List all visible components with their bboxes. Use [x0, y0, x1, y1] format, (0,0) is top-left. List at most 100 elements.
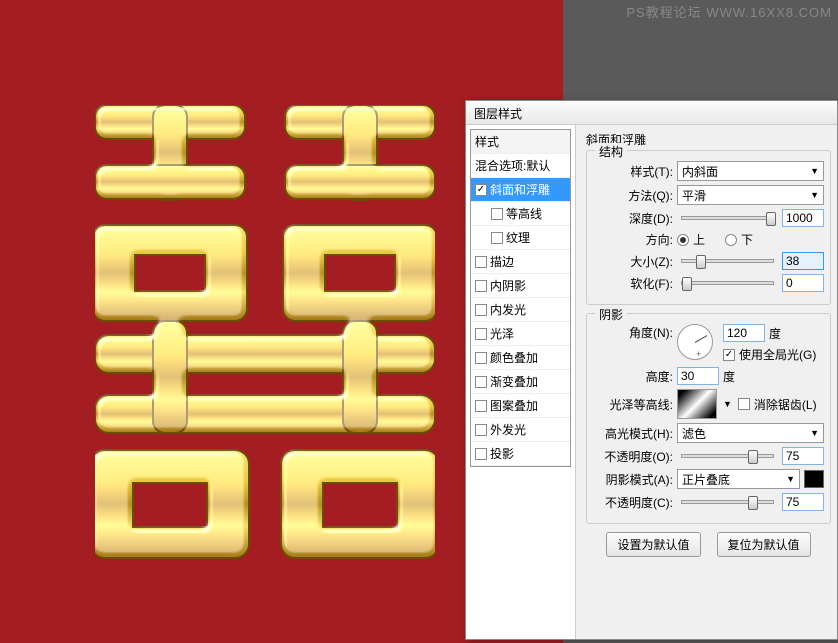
highlight-mode-select[interactable]: 滤色 ▼	[677, 423, 824, 443]
checkbox-icon[interactable]	[475, 352, 487, 364]
highlight-opacity-slider[interactable]	[681, 454, 774, 458]
style-item-stroke[interactable]: 描边	[471, 250, 570, 274]
chevron-down-icon: ▼	[810, 190, 819, 200]
style-item-pattern-overlay[interactable]: 图案叠加	[471, 394, 570, 418]
shading-legend: 阴影	[595, 306, 627, 323]
style-item-label: 投影	[490, 445, 514, 462]
up-label: 上	[693, 231, 705, 248]
highlight-mode-label: 高光模式(H):	[593, 425, 673, 442]
gloss-label: 光泽等高线:	[593, 396, 673, 413]
style-item-label: 内阴影	[490, 277, 526, 294]
styles-sidebar: 样式 混合选项:默认 斜面和浮雕等高线纹理描边内阴影内发光光泽颜色叠加渐变叠加图…	[466, 125, 576, 639]
angle-label: 角度(N):	[593, 324, 673, 341]
direction-down-radio[interactable]	[725, 234, 737, 246]
chevron-down-icon: ▼	[810, 166, 819, 176]
checkbox-icon[interactable]	[475, 400, 487, 412]
shadow-color-swatch[interactable]	[804, 470, 824, 488]
shadow-opacity-label: 不透明度(C):	[593, 494, 673, 511]
style-item-color-overlay[interactable]: 颜色叠加	[471, 346, 570, 370]
checkbox-icon[interactable]	[475, 328, 487, 340]
shadow-mode-select[interactable]: 正片叠底 ▼	[677, 469, 800, 489]
checkbox-icon[interactable]	[475, 424, 487, 436]
direction-label: 方向:	[593, 231, 673, 248]
dialog-title: 图层样式	[474, 107, 522, 121]
checkbox-icon[interactable]	[475, 184, 487, 196]
structure-legend: 结构	[595, 143, 627, 160]
styles-list: 样式 混合选项:默认 斜面和浮雕等高线纹理描边内阴影内发光光泽颜色叠加渐变叠加图…	[470, 129, 571, 467]
shadow-opacity-slider[interactable]	[681, 500, 774, 504]
size-slider[interactable]	[681, 259, 774, 263]
angle-unit: 度	[769, 325, 781, 342]
highlight-mode-value: 滤色	[682, 425, 706, 442]
soften-label: 软化(F):	[593, 275, 673, 292]
structure-fieldset: 结构 样式(T): 内斜面▼ 方法(Q): 平滑▼ 深度(D):	[586, 150, 831, 305]
antialias-label: 消除锯齿(L)	[754, 396, 817, 413]
style-item-label: 图案叠加	[490, 397, 538, 414]
depth-input[interactable]	[782, 209, 824, 227]
style-item-label: 斜面和浮雕	[490, 181, 550, 198]
style-item-label: 渐变叠加	[490, 373, 538, 390]
global-light-label: 使用全局光(G)	[739, 346, 816, 363]
style-item-label: 等高线	[506, 205, 542, 222]
chevron-down-icon: ▼	[786, 474, 795, 484]
angle-input[interactable]	[723, 324, 765, 342]
style-item-label: 纹理	[506, 229, 530, 246]
shadow-opacity-input[interactable]	[782, 493, 824, 511]
style-label: 样式(T):	[593, 163, 673, 180]
angle-dial[interactable]: +	[677, 324, 713, 360]
depth-label: 深度(D):	[593, 210, 673, 227]
style-item-gradient-overlay[interactable]: 渐变叠加	[471, 370, 570, 394]
gloss-contour-preview[interactable]	[677, 389, 717, 419]
depth-slider[interactable]	[681, 216, 774, 220]
style-item-inner-glow[interactable]: 内发光	[471, 298, 570, 322]
watermark-text: PS教程论坛 WWW.16XX8.COM	[626, 2, 832, 21]
style-item-drop-shadow[interactable]: 投影	[471, 442, 570, 466]
checkbox-icon[interactable]	[475, 304, 487, 316]
checkbox-icon[interactable]	[475, 376, 487, 388]
layer-style-dialog: 图层样式 样式 混合选项:默认 斜面和浮雕等高线纹理描边内阴影内发光光泽颜色叠加…	[465, 100, 838, 640]
style-item-label: 光泽	[490, 325, 514, 342]
checkbox-icon[interactable]	[475, 280, 487, 292]
altitude-label: 高度:	[593, 368, 673, 385]
style-item-contour[interactable]: 等高线	[471, 202, 570, 226]
checkbox-icon[interactable]	[475, 256, 487, 268]
bevel-settings-panel: 斜面和浮雕 结构 样式(T): 内斜面▼ 方法(Q): 平滑▼ 深度(D):	[576, 125, 837, 639]
shading-fieldset: 阴影 角度(N): + 度 使用全局光(G)	[586, 313, 831, 524]
checkbox-icon[interactable]	[475, 448, 487, 460]
method-value: 平滑	[682, 187, 706, 204]
chevron-down-icon[interactable]: ▼	[721, 399, 734, 409]
set-default-button[interactable]: 设置为默认值	[606, 532, 700, 557]
gold-double-happiness	[95, 105, 435, 560]
antialias-check[interactable]	[738, 398, 750, 410]
reset-default-button[interactable]: 复位为默认值	[717, 532, 811, 557]
size-input[interactable]	[782, 252, 824, 270]
checkbox-icon[interactable]	[491, 232, 503, 244]
style-item-texture[interactable]: 纹理	[471, 226, 570, 250]
global-light-check[interactable]	[723, 349, 735, 361]
style-item-satin[interactable]: 光泽	[471, 322, 570, 346]
soften-input[interactable]	[782, 274, 824, 292]
method-label: 方法(Q):	[593, 187, 673, 204]
method-select[interactable]: 平滑 ▼	[677, 185, 824, 205]
style-item-label: 内发光	[490, 301, 526, 318]
style-item-inner-shadow[interactable]: 内阴影	[471, 274, 570, 298]
blend-options[interactable]: 混合选项:默认	[471, 154, 570, 178]
style-select[interactable]: 内斜面 ▼	[677, 161, 824, 181]
chevron-down-icon: ▼	[810, 428, 819, 438]
style-item-outer-glow[interactable]: 外发光	[471, 418, 570, 442]
shadow-mode-label: 阴影模式(A):	[593, 471, 673, 488]
highlight-opacity-input[interactable]	[782, 447, 824, 465]
styles-header[interactable]: 样式	[471, 130, 570, 154]
highlight-opacity-label: 不透明度(O):	[593, 448, 673, 465]
altitude-input[interactable]	[677, 367, 719, 385]
style-item-label: 描边	[490, 253, 514, 270]
direction-up-radio[interactable]	[677, 234, 689, 246]
dialog-titlebar[interactable]: 图层样式	[466, 101, 837, 125]
style-value: 内斜面	[682, 163, 718, 180]
down-label: 下	[741, 231, 753, 248]
shadow-mode-value: 正片叠底	[682, 471, 730, 488]
style-item-bevel[interactable]: 斜面和浮雕	[471, 178, 570, 202]
style-item-label: 颜色叠加	[490, 349, 538, 366]
soften-slider[interactable]	[681, 281, 774, 285]
checkbox-icon[interactable]	[491, 208, 503, 220]
